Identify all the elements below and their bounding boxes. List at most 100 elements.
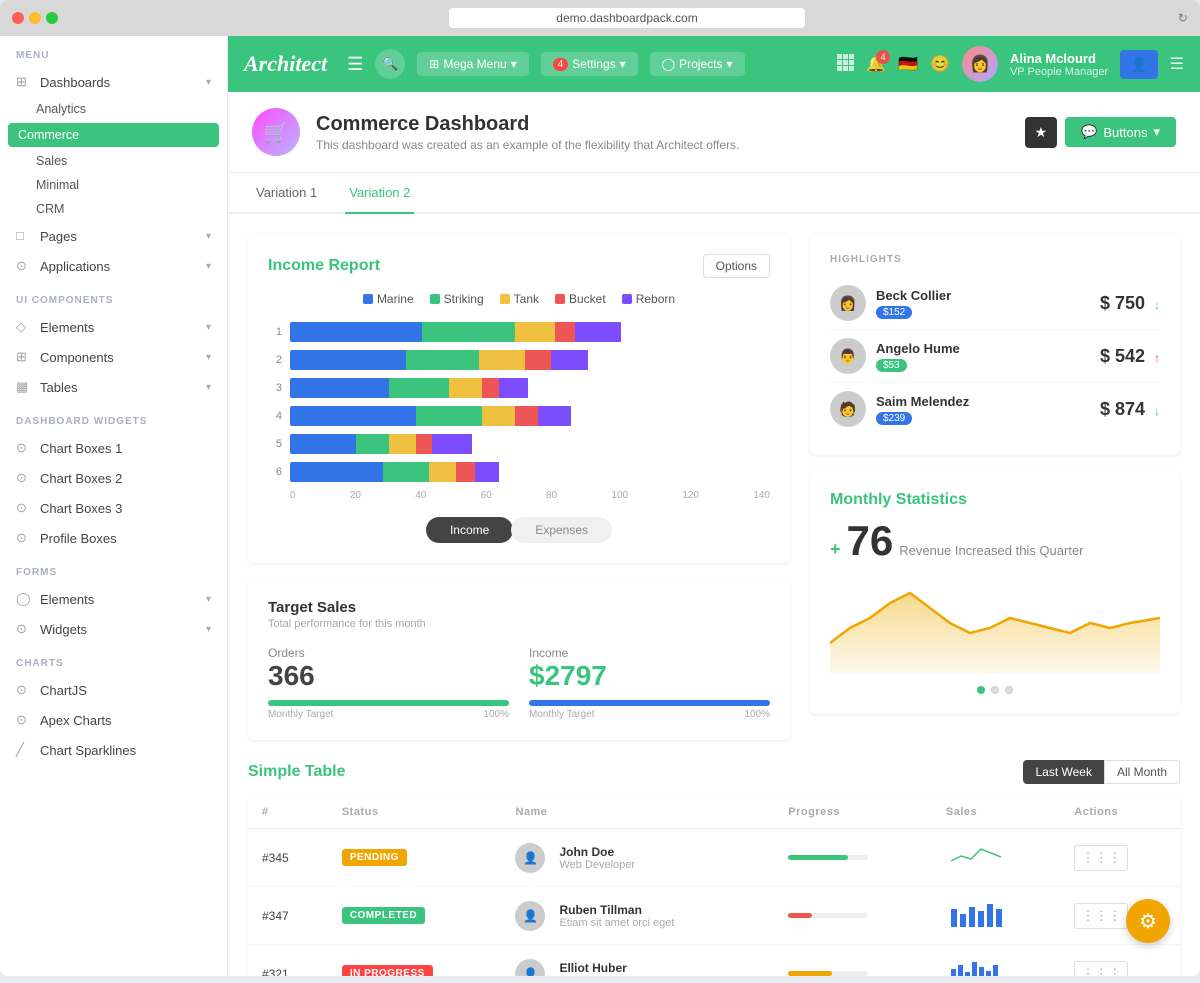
highlights-card: HIGHLIGHTS 👩 Beck Collier $152 $ 750 ↓ 👨…: [810, 234, 1180, 455]
dot-red[interactable]: [12, 12, 24, 24]
progress-mini: [788, 971, 868, 976]
page-tabs: Variation 1 Variation 2: [228, 173, 1200, 214]
sidebar-item-chart-sparklines[interactable]: ╱ Chart Sparklines: [0, 735, 227, 765]
sidebar-item-profile-boxes[interactable]: ⊙ Profile Boxes: [0, 523, 227, 553]
sidebar-item-analytics[interactable]: Analytics: [0, 97, 227, 121]
flag-icon-button[interactable]: 🇩🇪: [898, 54, 918, 74]
apex-icon: ⊙: [16, 712, 32, 728]
bar-segment-4: [538, 406, 571, 426]
bar-segment-1: [389, 378, 449, 398]
sidebar-item-chartjs[interactable]: ⊙ ChartJS: [0, 675, 227, 705]
filter-all-month[interactable]: All Month: [1104, 760, 1180, 784]
buttons-button[interactable]: 💬 Buttons ▾: [1065, 117, 1176, 147]
chat-icon: 💬: [1081, 124, 1097, 140]
sidebar-item-chart-boxes-1[interactable]: ⊙ Chart Boxes 1: [0, 433, 227, 463]
settings-button[interactable]: 4 Settings ▾: [541, 52, 638, 76]
chevron-icon: ▾: [206, 594, 211, 605]
sidebar-item-components[interactable]: ⊞ Components ▾: [0, 342, 227, 372]
income-progress-pct: 100%: [744, 709, 770, 720]
highlight-name: Beck Collier: [876, 288, 951, 303]
tab-variation1[interactable]: Variation 1: [252, 173, 321, 214]
user-name: Alina Mclourd: [1010, 51, 1108, 66]
filter-last-week[interactable]: Last Week: [1023, 760, 1103, 784]
chart-box-icon: ⊙: [16, 470, 32, 486]
browser-chrome: demo.dashboardpack.com ↻: [0, 0, 1200, 36]
page-title: Commerce Dashboard: [316, 113, 739, 136]
tables-icon: ▦: [16, 379, 32, 395]
highlight-info: Saim Melendez $239: [876, 394, 969, 425]
grid-icon-button[interactable]: [836, 53, 854, 76]
pages-icon: □: [16, 228, 32, 244]
sidebar-item-sales[interactable]: Sales: [0, 149, 227, 173]
bell-icon-button[interactable]: 🔔 4: [866, 54, 886, 74]
star-button[interactable]: ★: [1025, 117, 1058, 148]
status-badge: IN PROGRESS: [342, 965, 433, 976]
table-header-cell: Progress: [774, 796, 932, 829]
highlight-row: 👨 Angelo Hume $53 $ 542 ↑: [830, 330, 1160, 383]
sidebar-item-dashboards[interactable]: ⊞ Dashboards ▾: [0, 67, 227, 97]
person-name: Elliot Huber: [559, 961, 667, 975]
bar-segment-3: [525, 350, 551, 370]
address-bar[interactable]: demo.dashboardpack.com: [449, 8, 804, 28]
settings-fab[interactable]: ⚙: [1126, 899, 1170, 943]
bar-segment-4: [499, 378, 529, 398]
table-filter: Last Week All Month: [1023, 760, 1180, 784]
more-menu-icon[interactable]: ☰: [1170, 54, 1184, 74]
row-status: COMPLETED: [328, 887, 502, 945]
sidebar-item-applications[interactable]: ⊙ Applications ▾: [0, 251, 227, 281]
sidebar-item-elements[interactable]: ◇ Elements ▾: [0, 312, 227, 342]
projects-button[interactable]: ◯ Projects ▾: [650, 52, 745, 76]
carousel-dot-1[interactable]: [977, 686, 985, 694]
bar-segment-0: [290, 350, 406, 370]
form-icon: ◯: [16, 591, 32, 607]
sidebar-item-tables[interactable]: ▦ Tables ▾: [0, 372, 227, 402]
bar-segment-4: [475, 462, 498, 482]
sidebar-item-chart-boxes-2[interactable]: ⊙ Chart Boxes 2: [0, 463, 227, 493]
income-toggle[interactable]: Income: [426, 517, 513, 543]
tab-variation2[interactable]: Variation 2: [345, 173, 414, 214]
highlight-amount: $ 750 ↓: [1100, 293, 1160, 314]
income-report-title: Income Report: [268, 257, 380, 275]
mega-menu-button[interactable]: ⊞ Mega Menu ▾: [417, 52, 528, 76]
bar-row: 6: [268, 462, 770, 482]
sidebar-item-minimal[interactable]: Minimal: [0, 173, 227, 197]
bar-segment-1: [356, 434, 389, 454]
sidebar-item-commerce[interactable]: Commerce: [8, 123, 219, 147]
row-sales: [932, 887, 1060, 945]
user-avatar[interactable]: 👩: [962, 46, 998, 82]
user-icon-button[interactable]: 😊: [930, 54, 950, 74]
sidebar-item-chart-boxes-3[interactable]: ⊙ Chart Boxes 3: [0, 493, 227, 523]
target-orders: Orders 366 Monthly Target 100%: [268, 646, 509, 720]
carousel-dot-2[interactable]: [991, 686, 999, 694]
bar-segment-2: [429, 462, 455, 482]
income-report-card: Income Report Options MarineStrikingTank…: [248, 234, 790, 563]
sidebar-item-pages[interactable]: □ Pages ▾: [0, 221, 227, 251]
search-button[interactable]: 🔍: [375, 49, 405, 79]
status-badge: PENDING: [342, 849, 407, 866]
expenses-toggle[interactable]: Expenses: [511, 517, 612, 543]
row-progress: [774, 887, 932, 945]
dot-green[interactable]: [46, 12, 58, 24]
row-action-button[interactable]: ⋮⋮⋮: [1074, 961, 1128, 977]
legend-item: Striking: [430, 292, 484, 306]
row-action-button[interactable]: ⋮⋮⋮: [1074, 903, 1128, 929]
person-name: John Doe: [559, 845, 635, 859]
bar-segment-0: [290, 378, 389, 398]
page-header: 🛒 Commerce Dashboard This dashboard was …: [228, 92, 1200, 173]
dot-yellow[interactable]: [29, 12, 41, 24]
sparkline-icon: ╱: [16, 742, 32, 758]
sidebar-item-forms-elements[interactable]: ◯ Elements ▾: [0, 584, 227, 614]
sidebar-item-crm[interactable]: CRM: [0, 197, 227, 221]
chart-toggle: Income Expenses: [268, 517, 770, 543]
sidebar-item-forms-widgets[interactable]: ⊙ Widgets ▾: [0, 614, 227, 644]
mega-menu-icon: ⊞: [429, 57, 439, 71]
options-button[interactable]: Options: [703, 254, 770, 278]
hamburger-icon[interactable]: ☰: [347, 54, 363, 75]
dashboard-icon: ⊞: [16, 74, 32, 90]
bar-track: [290, 406, 770, 426]
user-menu-button[interactable]: 👤: [1120, 50, 1157, 79]
target-sales-title: Target Sales: [268, 599, 770, 616]
carousel-dot-3[interactable]: [1005, 686, 1013, 694]
sidebar-item-apex-charts[interactable]: ⊙ Apex Charts: [0, 705, 227, 735]
row-action-button[interactable]: ⋮⋮⋮: [1074, 845, 1128, 871]
